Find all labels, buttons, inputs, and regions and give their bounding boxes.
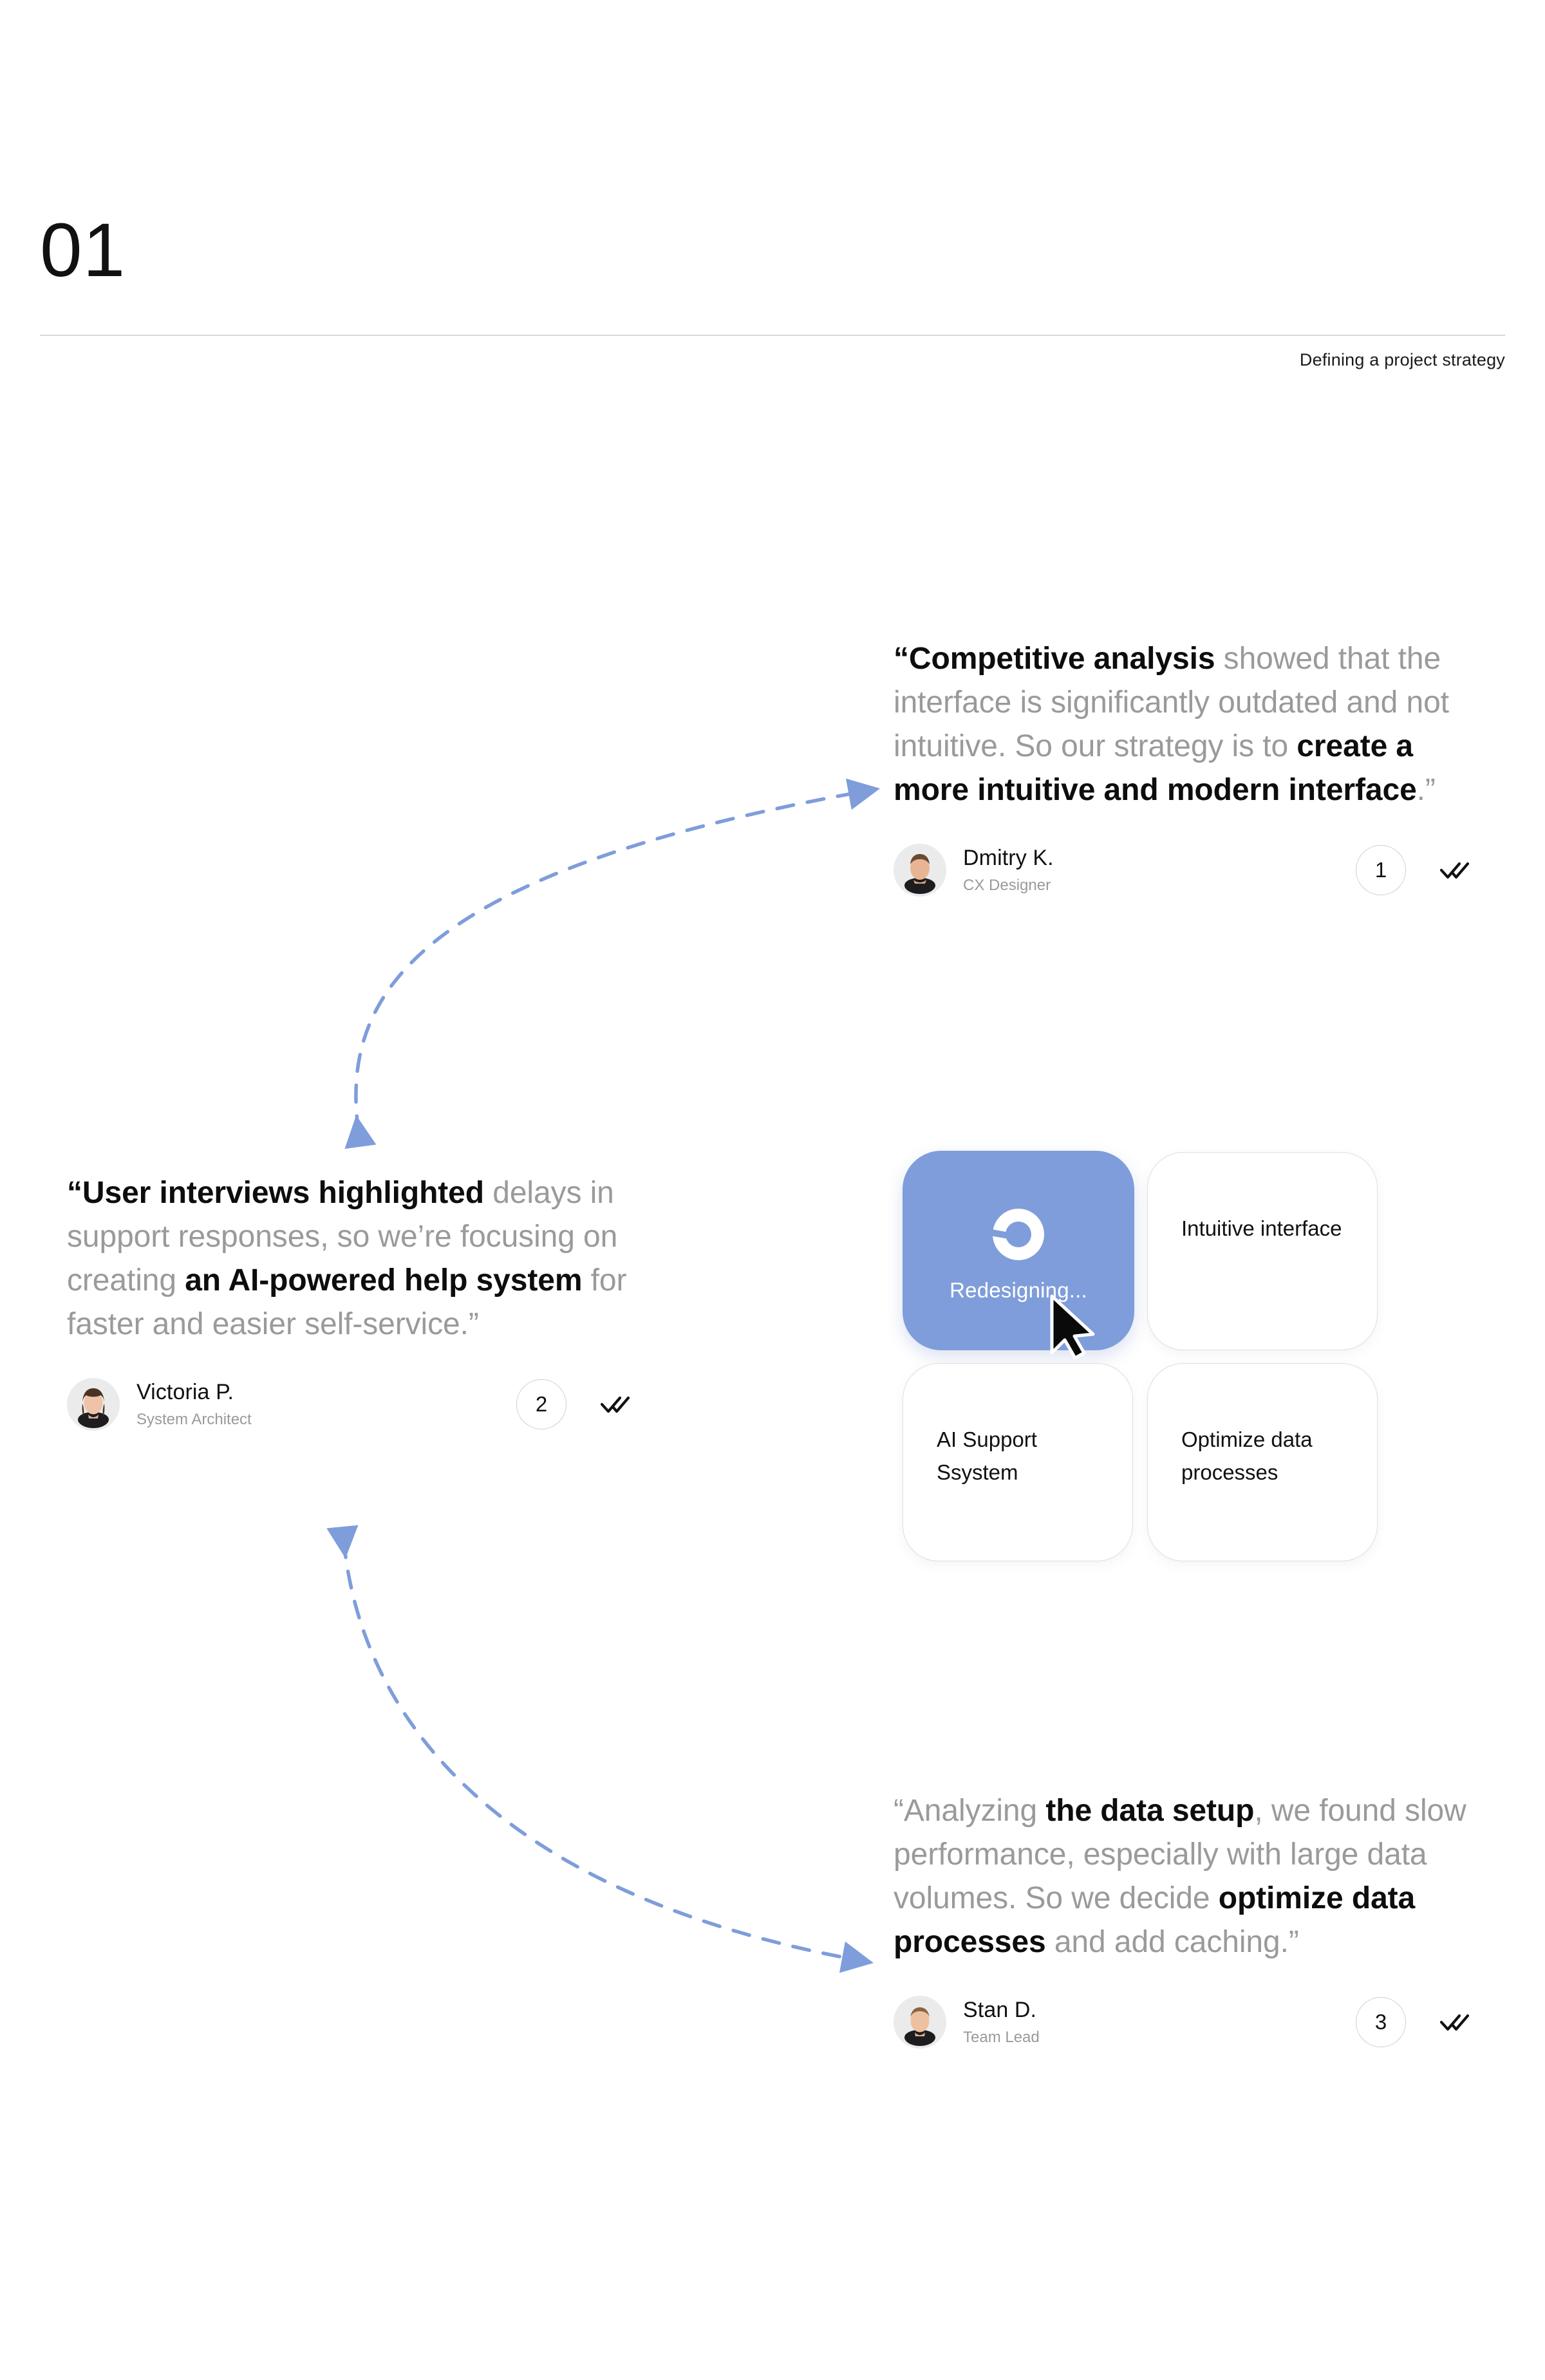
avatar-dmitry [894,843,946,897]
quote-card-1: “Competitive analysis showed that the in… [894,637,1473,897]
author-role-3: Team Lead [963,2028,1040,2046]
author-row-3: Stan D. Team Lead 3 [894,1995,1473,2049]
close-quote-1: ” [1425,773,1436,808]
quote-text-1: “Competitive analysis showed that the in… [894,637,1473,813]
author-meta-3: Stan D. Team Lead [963,1996,1040,2047]
card-optimize-data-processes[interactable]: Optimize data processes [1147,1363,1378,1561]
double-check-icon-3 [1437,2004,1473,2040]
quote-badge-3[interactable]: 3 [1356,1996,1406,2047]
header-divider [40,335,1505,336]
avatar-stan [894,1995,946,2049]
author-role-2: System Architect [136,1410,252,1428]
quote-3-seg-0: Analyzing [903,1794,1046,1828]
author-meta-2: Victoria P. System Architect [136,1379,252,1429]
card-ai-support-system[interactable]: AI Support Ssystem [903,1363,1133,1561]
card-label-ai-support-system: AI Support Ssystem [937,1427,1037,1485]
quote-1-seg-0: Competitive analysis [908,642,1215,676]
double-check-icon-1 [1437,852,1473,888]
quote-2-seg-0: User interviews highlighted [82,1176,484,1210]
author-meta-1: Dmitry K. CX Designer [963,844,1054,895]
author-role-1: CX Designer [963,876,1051,894]
arrow-quote2-to-quote1 [344,778,881,1149]
close-quote-3: ” [1288,1925,1299,1960]
mouse-pointer-icon [1050,1294,1095,1360]
open-quote-2: “ [67,1176,82,1210]
quote-text-3: “Analyzing the data setup, we found slow… [894,1789,1473,1965]
page-header: 01 Defining a project strategy [40,208,1505,369]
loading-spinner-icon [988,1204,1049,1265]
open-quote-3: “ [894,1794,904,1828]
quote-card-3: “Analyzing the data setup, we found slow… [894,1789,1473,2049]
close-quote-2: ” [468,1307,479,1342]
double-check-icon-2 [597,1386,633,1422]
avatar-victoria [67,1377,120,1431]
quote-badge-2[interactable]: 2 [516,1379,566,1429]
open-quote-1: “ [894,642,909,676]
quote-3-seg-1: the data setup [1045,1794,1255,1828]
author-name-1: Dmitry K. [963,846,1054,871]
card-label-optimize-data-processes: Optimize data processes [1181,1427,1313,1485]
author-name-2: Victoria P. [136,1380,234,1405]
section-number: 01 [40,208,126,293]
quote-3-seg-4: and add caching. [1045,1925,1289,1960]
strategy-card-grid: Redesigning... Intuitive interface AI Su… [903,1151,1378,1561]
author-row-1: Dmitry K. CX Designer 1 [894,843,1473,897]
quote-badge-1[interactable]: 1 [1356,844,1406,895]
quote-1-seg-3: . [1416,773,1425,808]
header-subtitle: Defining a project strategy [1299,350,1505,369]
card-label-intuitive-interface: Intuitive interface [1181,1216,1342,1240]
card-redesigning-active[interactable]: Redesigning... [903,1151,1134,1360]
author-name-3: Stan D. [963,1998,1037,2023]
quote-text-2: “User interviews highlighted delays in s… [67,1171,646,1347]
quote-2-seg-2: an AI-powered help system [185,1263,583,1298]
card-intuitive-interface[interactable]: Intuitive interface [1147,1152,1378,1350]
quote-card-2: “User interviews highlighted delays in s… [67,1171,646,1431]
author-row-2: Victoria P. System Architect 2 [67,1377,633,1431]
arrow-quote2-to-quote3 [326,1525,874,1973]
